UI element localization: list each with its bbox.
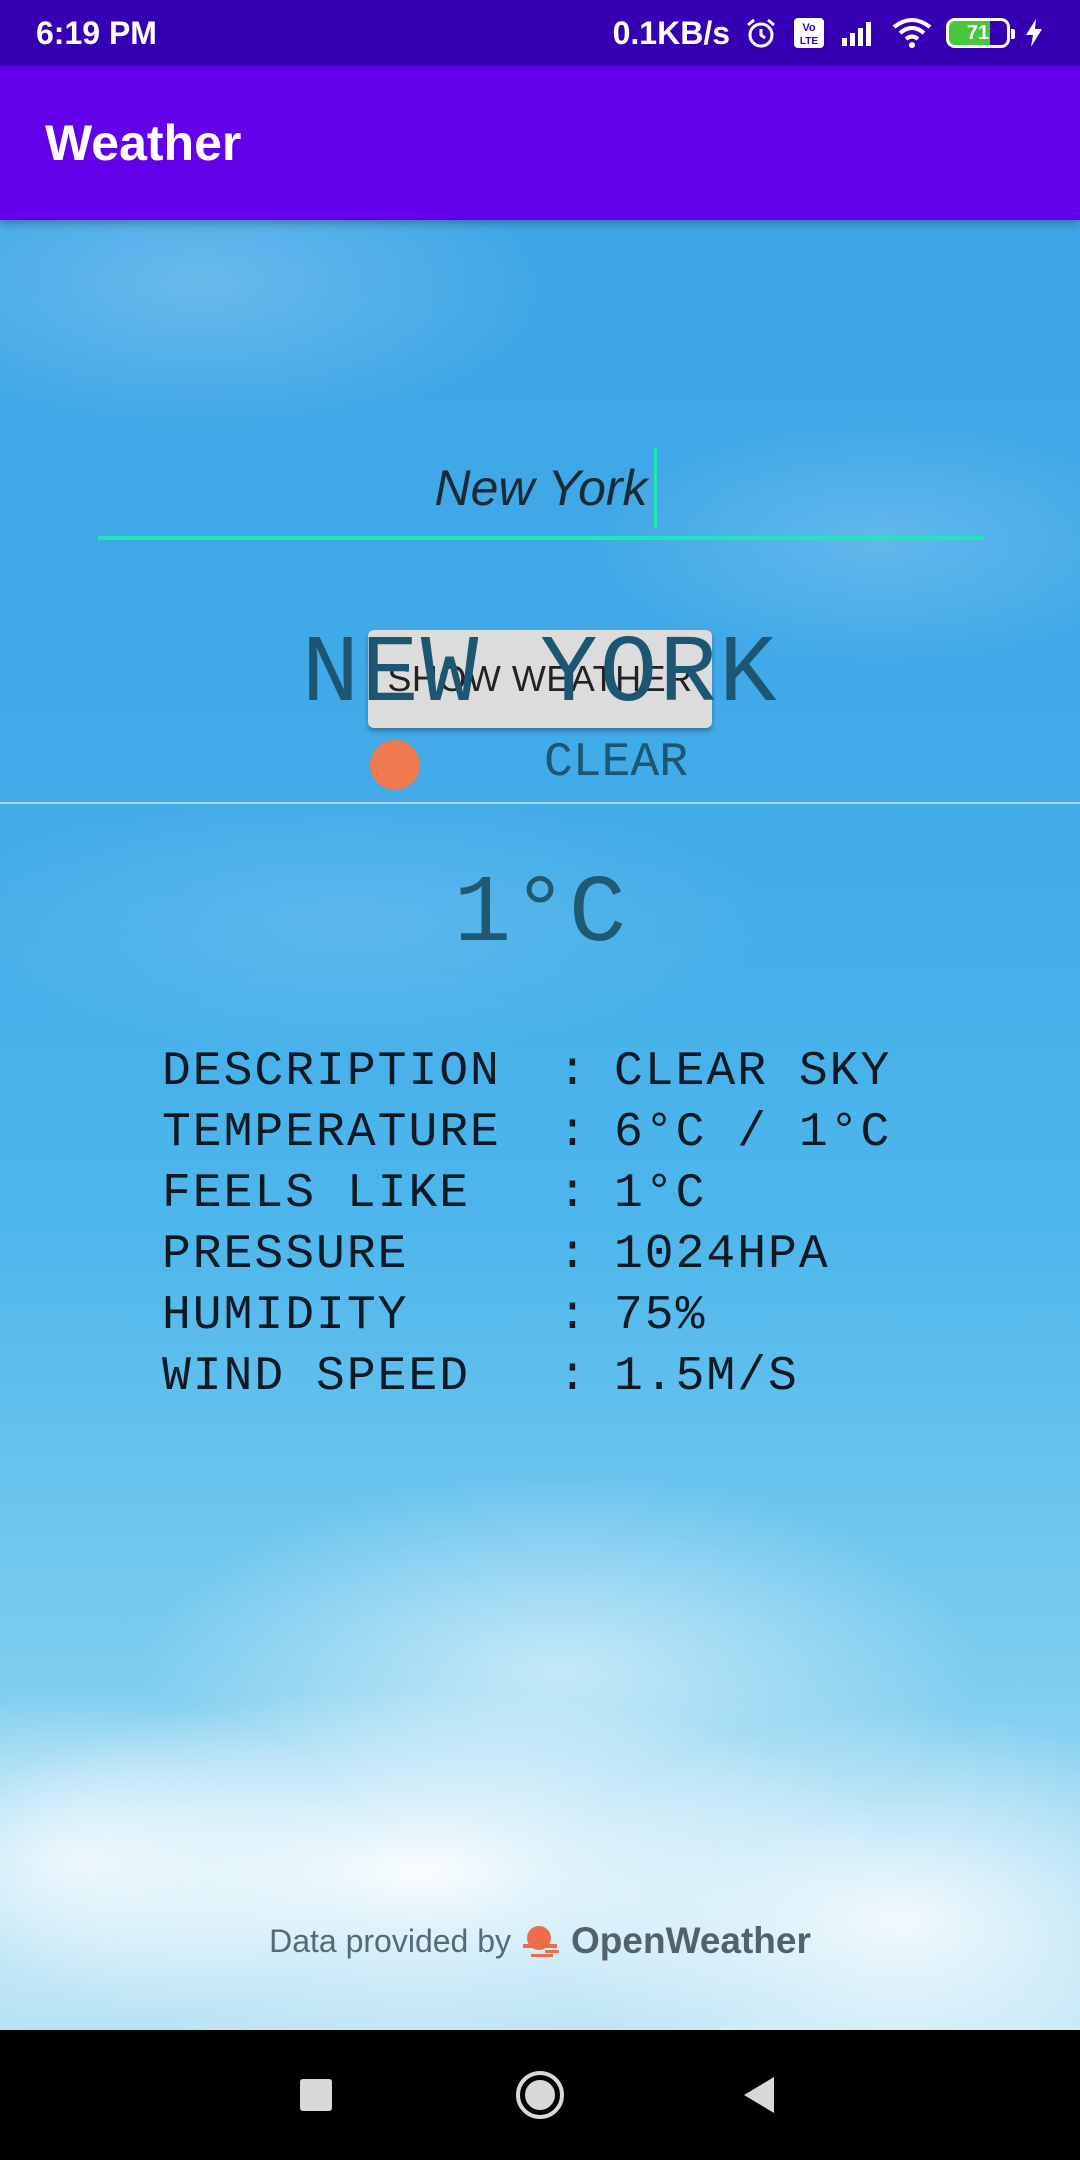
detail-value: 6°C / 1°C [614, 1106, 892, 1160]
app-title: Weather [45, 115, 242, 171]
detail-row-description: DESCRIPTION : CLEAR SKY [162, 1042, 891, 1103]
signal-icon [840, 18, 878, 48]
detail-value: CLEAR SKY [614, 1045, 892, 1099]
current-temperature: 1°C [453, 860, 627, 969]
detail-value: 1024HPA [614, 1228, 830, 1282]
battery-icon: 71 [946, 18, 1015, 48]
detail-separator: : [558, 1228, 589, 1282]
recents-square-icon[interactable] [236, 2030, 396, 2160]
detail-label: DESCRIPTION [162, 1045, 501, 1099]
data-credit[interactable]: Data provided by OpenWeather [0, 1920, 1080, 1962]
detail-value: 75% [614, 1289, 707, 1343]
credit-prefix: Data provided by [269, 1922, 512, 1959]
svg-text:LTE: LTE [800, 36, 818, 47]
detail-separator: : [558, 1289, 589, 1343]
status-bar: 6:19 PM 0.1KB/s Vo LTE 71 [0, 0, 1080, 66]
detail-label: FEELS LIKE [162, 1167, 471, 1221]
status-time: 6:19 PM [36, 14, 157, 51]
navigation-bar [0, 2030, 1080, 2160]
detail-label: HUMIDITY [162, 1289, 409, 1343]
wifi-icon [892, 17, 932, 49]
divider [0, 802, 1080, 804]
detail-row-pressure: PRESSURE : 1024HPA [162, 1225, 891, 1286]
detail-row-temperature: TEMPERATURE : 6°C / 1°C [162, 1103, 891, 1164]
weather-condition: CLEAR [544, 736, 689, 790]
detail-separator: : [558, 1106, 589, 1160]
sun-icon [370, 740, 420, 790]
text-cursor [654, 448, 657, 528]
detail-separator: : [558, 1167, 589, 1221]
alarm-icon [744, 16, 778, 50]
detail-row-humidity: HUMIDITY : 75% [162, 1286, 891, 1347]
openweather-brand: OpenWeather [571, 1920, 811, 1961]
detail-separator: : [558, 1045, 589, 1099]
charging-icon [1024, 17, 1044, 49]
detail-row-wind-speed: WIND SPEED : 1.5M/S [162, 1347, 891, 1408]
app-bar: Weather [0, 66, 1080, 220]
city-name: NEW YORK [301, 620, 779, 729]
battery-level: 71 [966, 21, 990, 44]
detail-label: PRESSURE [162, 1228, 409, 1282]
weather-details: DESCRIPTION : CLEAR SKY TEMPERATURE : 6°… [162, 1042, 891, 1408]
detail-row-feels-like: FEELS LIKE : 1°C [162, 1164, 891, 1225]
detail-label: TEMPERATURE [162, 1106, 501, 1160]
home-circle-icon[interactable] [460, 2030, 620, 2160]
detail-value: 1°C [614, 1167, 707, 1221]
svg-text:Vo: Vo [802, 22, 816, 34]
weather-content: SHOW WEATHER NEW YORK CLEAR 1°C DESCRIPT… [0, 220, 1080, 2030]
back-triangle-icon[interactable] [680, 2030, 840, 2160]
city-input[interactable] [98, 440, 984, 540]
openweather-logo-icon [521, 1924, 561, 1958]
network-speed: 0.1KB/s [612, 14, 730, 51]
detail-value: 1.5M/S [614, 1350, 799, 1404]
volte-icon: Vo LTE [792, 16, 826, 50]
detail-label: WIND SPEED [162, 1350, 471, 1404]
status-icons: 0.1KB/s Vo LTE 71 [613, 15, 1044, 52]
detail-separator: : [558, 1350, 589, 1404]
